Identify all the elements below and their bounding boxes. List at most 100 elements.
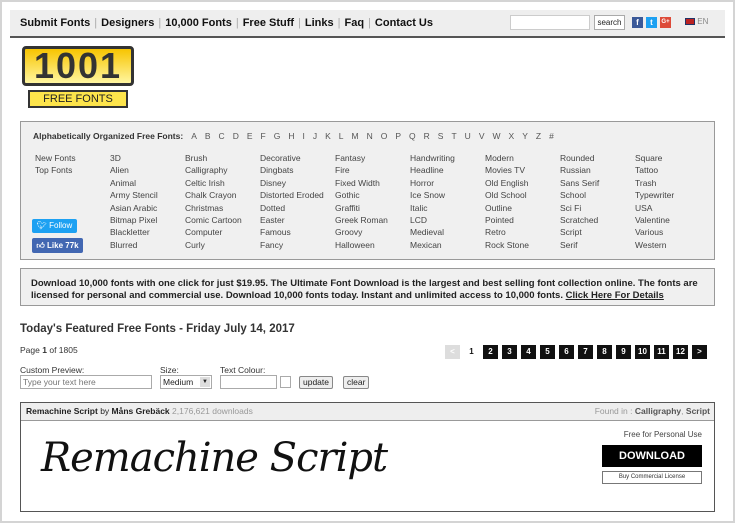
category-link[interactable]: Russian — [560, 165, 599, 177]
twitter-follow-button[interactable]: 🐦︎ Follow — [32, 219, 77, 233]
font-preview[interactable]: Remachine Script — [41, 435, 388, 481]
category-link[interactable]: Sci Fi — [560, 203, 599, 215]
nav-link[interactable]: 10,000 Fonts — [165, 17, 232, 29]
category-link[interactable]: Celtic Irish — [185, 178, 242, 190]
promo-link[interactable]: Click Here For Details — [566, 290, 664, 301]
page-button[interactable]: 8 — [597, 345, 612, 359]
letter-link[interactable]: T — [451, 131, 456, 141]
category-link[interactable]: Scratched — [560, 215, 599, 227]
category-link[interactable]: Bitmap Pixel — [110, 215, 158, 227]
letter-link[interactable]: F — [261, 131, 266, 141]
letter-link[interactable]: H — [288, 131, 294, 141]
page-button[interactable]: 5 — [540, 345, 555, 359]
category-link[interactable]: Trash — [635, 178, 674, 190]
category-link[interactable]: Famous — [260, 227, 324, 239]
category-link[interactable]: Italic — [410, 203, 455, 215]
page-button[interactable]: 2 — [483, 345, 498, 359]
category-link[interactable]: Medieval — [410, 227, 455, 239]
letter-link[interactable]: L — [339, 131, 344, 141]
category-link[interactable]: Pointed — [485, 215, 529, 227]
category-link[interactable]: Ice Snow — [410, 190, 455, 202]
nav-link[interactable]: Free Stuff — [243, 17, 294, 29]
letter-link[interactable]: # — [549, 131, 554, 141]
next-page-button[interactable]: > — [692, 345, 707, 359]
letter-link[interactable]: R — [424, 131, 430, 141]
letter-link[interactable]: X — [509, 131, 515, 141]
category-link[interactable]: Script — [560, 227, 599, 239]
letter-link[interactable]: Q — [409, 131, 416, 141]
page-button[interactable]: 10 — [635, 345, 650, 359]
category-link[interactable]: Decorative — [260, 153, 324, 165]
category-link[interactable]: Fancy — [260, 240, 324, 252]
category-link[interactable]: Valentine — [635, 215, 674, 227]
site-logo[interactable]: 1001 FREE FONTS — [22, 46, 134, 110]
category-link[interactable]: School — [560, 190, 599, 202]
letter-link[interactable]: N — [367, 131, 373, 141]
letter-link[interactable]: W — [492, 131, 500, 141]
letter-link[interactable]: Z — [536, 131, 541, 141]
category-link[interactable]: Fantasy — [335, 153, 388, 165]
category-link[interactable]: Fire — [335, 165, 388, 177]
category-link[interactable]: Christmas — [185, 203, 242, 215]
page-button[interactable]: 6 — [559, 345, 574, 359]
category-link[interactable]: Outline — [485, 203, 529, 215]
category-link[interactable]: Disney — [260, 178, 324, 190]
colour-swatch[interactable] — [280, 376, 291, 388]
category-link[interactable]: Typewriter — [635, 190, 674, 202]
clear-button[interactable]: clear — [343, 376, 370, 389]
language-selector[interactable]: EN — [685, 17, 708, 26]
category-link[interactable]: New Fonts — [35, 153, 76, 165]
letter-link[interactable]: A — [191, 131, 197, 141]
letter-link[interactable]: O — [381, 131, 388, 141]
category-link[interactable]: Calligraphy — [185, 165, 242, 177]
letter-link[interactable]: B — [205, 131, 211, 141]
letter-link[interactable]: G — [274, 131, 281, 141]
letter-link[interactable]: S — [438, 131, 444, 141]
page-button[interactable]: 11 — [654, 345, 669, 359]
category-link[interactable]: Mexican — [410, 240, 455, 252]
category-link[interactable]: Movies TV — [485, 165, 529, 177]
category-link[interactable]: Fixed Width — [335, 178, 388, 190]
category-link[interactable]: Modern — [485, 153, 529, 165]
search-button[interactable]: search — [594, 15, 625, 30]
category-link[interactable]: Graffiti — [335, 203, 388, 215]
category-link[interactable]: Western — [635, 240, 674, 252]
category-link[interactable]: Various — [635, 227, 674, 239]
category-link[interactable]: Computer — [185, 227, 242, 239]
letter-link[interactable]: E — [247, 131, 253, 141]
category-link[interactable]: Brush — [185, 153, 242, 165]
page-button[interactable]: 7 — [578, 345, 593, 359]
text-colour-input[interactable] — [220, 375, 277, 389]
category-link[interactable]: Blurred — [110, 240, 158, 252]
letter-link[interactable]: P — [395, 131, 401, 141]
google-plus-icon[interactable]: G+ — [660, 17, 671, 28]
category-link[interactable]: LCD — [410, 215, 455, 227]
category-link[interactable]: Comic Cartoon — [185, 215, 242, 227]
page-button[interactable]: 3 — [502, 345, 517, 359]
letter-link[interactable]: C — [219, 131, 225, 141]
nav-link[interactable]: Submit Fonts — [20, 17, 90, 29]
category-link[interactable]: Halloween — [335, 240, 388, 252]
category-link[interactable]: Dotted — [260, 203, 324, 215]
category-link[interactable]: USA — [635, 203, 674, 215]
category-link[interactable]: Script — [686, 406, 710, 416]
category-link[interactable]: Rock Stone — [485, 240, 529, 252]
letter-link[interactable]: Y — [522, 131, 528, 141]
nav-link[interactable]: Designers — [101, 17, 154, 29]
category-link[interactable]: Sans Serif — [560, 178, 599, 190]
font-name-link[interactable]: Remachine Script — [26, 406, 98, 416]
category-link[interactable]: Calligraphy — [635, 406, 681, 416]
category-link[interactable]: Alien — [110, 165, 158, 177]
category-link[interactable]: Old English — [485, 178, 529, 190]
category-link[interactable]: Handwriting — [410, 153, 455, 165]
size-select[interactable]: Medium ▼ — [160, 375, 212, 389]
letter-link[interactable]: M — [352, 131, 359, 141]
letter-link[interactable]: I — [302, 131, 304, 141]
page-button[interactable]: 9 — [616, 345, 631, 359]
category-link[interactable]: Easter — [260, 215, 324, 227]
category-link[interactable]: Horror — [410, 178, 455, 190]
twitter-icon[interactable]: t — [646, 17, 657, 28]
search-input[interactable] — [510, 15, 590, 30]
category-link[interactable]: Top Fonts — [35, 165, 76, 177]
category-link[interactable]: Dingbats — [260, 165, 324, 177]
